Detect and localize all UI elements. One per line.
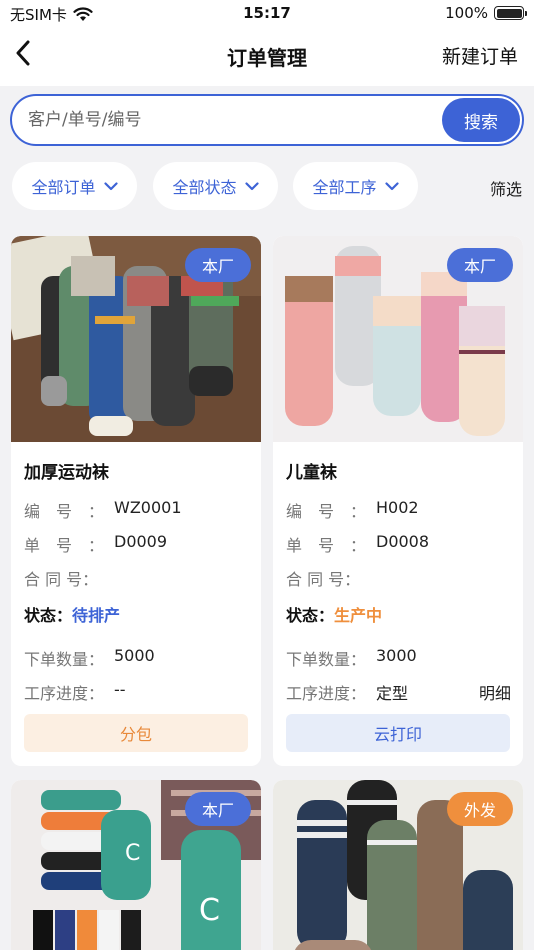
filter-button[interactable]: 筛选: [490, 176, 522, 200]
progress-row: 工序进度： 定型: [286, 680, 408, 704]
quantity-value: 5000: [114, 646, 155, 665]
outsource-badge: 外发: [447, 792, 513, 826]
status-bar: 无SIM卡 15:17 100%: [0, 0, 534, 28]
chevron-left-icon: [16, 40, 30, 66]
status-label: 状态：: [24, 606, 73, 625]
chevron-down-icon: [103, 181, 118, 190]
status-value: 生产中: [334, 606, 383, 625]
quantity-label: 下单数量：: [286, 650, 367, 669]
order-card[interactable]: 本厂 儿童袜 编 号 ： H002 单 号 ： D0008 合 同 号： 状态：…: [273, 236, 523, 766]
search-input[interactable]: [28, 96, 428, 144]
filter-label: 全部订单: [31, 178, 96, 197]
split-button[interactable]: 分包: [24, 714, 248, 752]
filter-all-process[interactable]: 全部工序: [293, 162, 418, 210]
search-bar: 搜索: [10, 94, 524, 146]
filter-label: 全部状态: [172, 178, 237, 197]
contract-row: 合 同 号：: [286, 566, 376, 590]
order-no-label: 单 号 ：: [24, 536, 105, 555]
svg-text:C: C: [199, 893, 220, 928]
filter-all-orders[interactable]: 全部订单: [12, 162, 137, 210]
nav-bar: 订单管理 新建订单: [0, 28, 534, 86]
chevron-down-icon: [244, 181, 259, 190]
quantity-value: 3000: [376, 646, 417, 665]
order-no-label: 单 号 ：: [286, 536, 367, 555]
product-title: 加厚运动袜: [24, 463, 109, 483]
contract-row: 合 同 号：: [24, 566, 114, 590]
back-button[interactable]: [8, 38, 38, 68]
order-no-value: D0009: [114, 532, 168, 551]
progress-label: 工序进度：: [286, 684, 367, 703]
battery-icon: [494, 6, 527, 20]
code-label: 编 号 ：: [24, 502, 105, 521]
order-no-value: D0008: [376, 532, 430, 551]
chevron-down-icon: [384, 181, 399, 190]
quantity-label: 下单数量：: [24, 650, 105, 669]
status-row: 状态： 待排产: [24, 602, 120, 626]
status-label: 状态：: [286, 606, 335, 625]
progress-row: 工序进度： --: [24, 680, 126, 704]
factory-badge: 本厂: [185, 248, 251, 282]
order-no-row: 单 号 ： D0008: [286, 532, 429, 556]
code-label: 编 号 ：: [286, 502, 367, 521]
order-card[interactable]: 外发: [273, 780, 523, 950]
factory-badge: 本厂: [447, 248, 513, 282]
filter-bar: 全部订单 全部状态 全部工序 筛选: [0, 160, 534, 210]
battery-percent: 100%: [445, 4, 488, 22]
search-button[interactable]: 搜索: [442, 98, 520, 142]
code-row: 编 号 ： H002: [286, 498, 419, 522]
factory-badge: 本厂: [185, 792, 251, 826]
filter-label: 全部工序: [312, 178, 377, 197]
order-no-row: 单 号 ： D0009: [24, 532, 167, 556]
progress-value: 定型: [376, 684, 409, 703]
new-order-button[interactable]: 新建订单: [442, 42, 518, 69]
quantity-row: 下单数量： 3000: [286, 646, 417, 670]
svg-text:C: C: [125, 841, 140, 866]
code-value: WZ0001: [114, 498, 182, 517]
order-card[interactable]: C C 本厂: [11, 780, 261, 950]
quantity-row: 下单数量： 5000: [24, 646, 155, 670]
progress-label: 工序进度：: [24, 684, 105, 703]
progress-value: --: [114, 680, 126, 699]
filter-all-status[interactable]: 全部状态: [153, 162, 278, 210]
status-row: 状态： 生产中: [286, 602, 382, 626]
code-value: H002: [376, 498, 419, 517]
contract-label: 合 同 号：: [24, 570, 99, 589]
contract-label: 合 同 号：: [286, 570, 361, 589]
detail-link[interactable]: 明细: [479, 680, 511, 704]
order-card[interactable]: 本厂 加厚运动袜 编 号 ： WZ0001 单 号 ： D0009 合 同 号：…: [11, 236, 261, 766]
code-row: 编 号 ： WZ0001: [24, 498, 182, 522]
product-title: 儿童袜: [286, 463, 337, 483]
cloud-print-button[interactable]: 云打印: [286, 714, 510, 752]
status-value: 待排产: [72, 606, 121, 625]
